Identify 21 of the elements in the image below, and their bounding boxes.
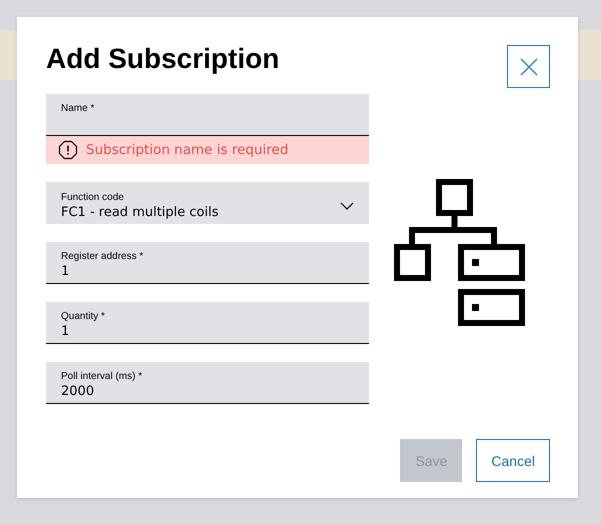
field-label: Quantity *: [61, 310, 105, 323]
cancel-button[interactable]: Cancel: [476, 439, 550, 482]
warning-icon: [58, 140, 78, 160]
input-field[interactable]: Name *: [46, 94, 369, 136]
field-value: FC1 - read multiple coils: [61, 204, 219, 220]
field-label: Name *: [61, 102, 94, 115]
field-value: 1: [61, 263, 70, 280]
field-label: Poll interval (ms) *: [61, 370, 142, 383]
close-icon: [520, 58, 538, 76]
select-field[interactable]: Function code FC1 - read multiple coils: [46, 182, 369, 224]
field-label: Register address *: [61, 250, 144, 263]
field-label: Function code: [61, 190, 125, 204]
dialog-title: Add Subscription: [46, 45, 280, 73]
field-value: 2000: [61, 383, 96, 400]
error-message: Subscription name is required: [86, 142, 288, 158]
input-field[interactable]: Quantity * 1: [46, 302, 369, 344]
input-field[interactable]: Register address * 1: [46, 242, 369, 284]
field-value: 1: [61, 323, 70, 340]
input-field[interactable]: Poll interval (ms) * 2000: [46, 362, 369, 404]
chevron-down-icon: [340, 202, 354, 210]
close-button[interactable]: [507, 45, 550, 88]
